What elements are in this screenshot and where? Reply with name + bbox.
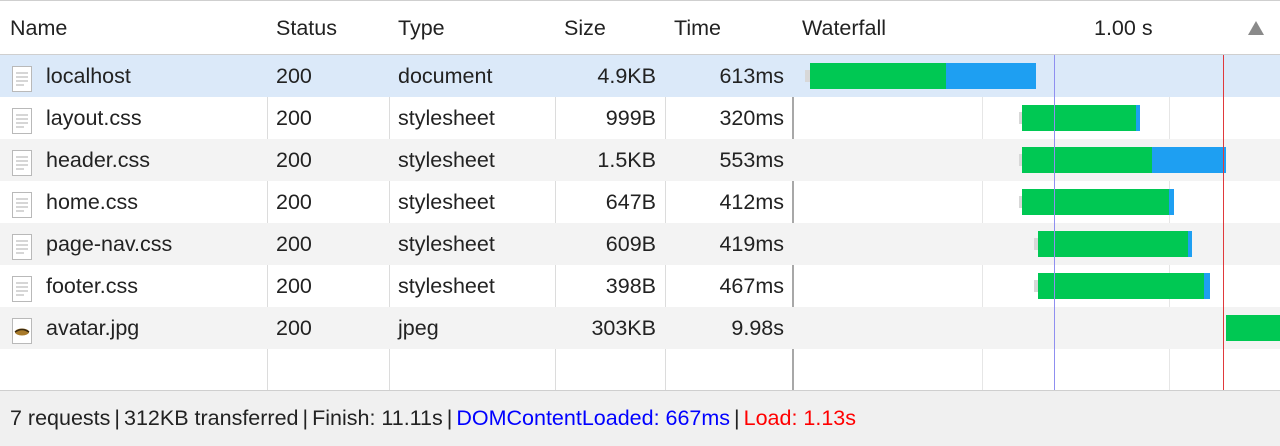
request-size: 609B [605,232,656,256]
table-row[interactable]: footer.css 200 stylesheet 398B 467ms [0,265,1280,307]
waterfall-download-bar [946,63,1036,89]
dom-content-loaded-time: DOMContentLoaded: 667ms [456,406,731,430]
request-type: document [398,64,493,88]
request-status: 200 [276,64,312,88]
waterfall-download-bar [1169,189,1174,215]
request-name: header.css [46,148,150,172]
waterfall-waiting-bar [1038,231,1188,257]
request-status: 200 [276,106,312,130]
request-size: 303KB [591,316,656,340]
table-row[interactable]: layout.css 200 stylesheet 999B 320ms [0,97,1280,139]
request-type: stylesheet [398,274,495,298]
waterfall-download-bar [1152,147,1226,173]
request-time: 613ms [719,64,784,88]
request-name: page-nav.css [46,232,173,256]
request-time: 553ms [719,148,784,172]
document-icon [12,190,32,218]
column-header-time[interactable]: Time [674,1,721,55]
request-status: 200 [276,232,312,256]
transferred-size: 312KB transferred [124,406,299,430]
waterfall-download-bar [1204,273,1210,299]
column-header-size[interactable]: Size [564,1,606,55]
request-type: stylesheet [398,106,495,130]
request-size: 647B [605,190,656,214]
document-icon [12,148,32,176]
request-type: stylesheet [398,148,495,172]
request-type: jpeg [398,316,439,340]
waterfall-waiting-bar [1038,273,1204,299]
request-time: 419ms [719,232,784,256]
request-time: 9.98s [731,316,784,340]
request-time: 412ms [719,190,784,214]
separator: | [734,406,740,430]
status-bar: 7 requests | 312KB transferred | Finish: 11.… [0,390,1280,446]
waterfall-download-bar [1188,231,1192,257]
dom-content-loaded-marker [1054,55,1055,390]
waterfall-waiting-bar [1226,315,1280,341]
request-time: 467ms [719,274,784,298]
request-time: 320ms [719,106,784,130]
sort-ascending-icon[interactable] [1248,21,1264,35]
image-thumbnail-icon [12,316,32,344]
document-icon [12,64,32,92]
request-name: home.css [46,190,139,214]
request-status: 200 [276,190,312,214]
waterfall-scale-label: 1.00 s [1094,16,1153,40]
request-size: 4.9KB [597,64,656,88]
column-header-name[interactable]: Name [10,1,67,55]
request-name: layout.css [46,106,142,130]
table-row[interactable]: localhost 200 document 4.9KB 613ms [0,55,1280,97]
table-row[interactable]: home.css 200 stylesheet 647B 412ms [0,181,1280,223]
waterfall-waiting-bar [810,63,946,89]
waterfall-waiting-bar [1022,189,1169,215]
request-size: 398B [605,274,656,298]
request-name: footer.css [46,274,139,298]
request-status: 200 [276,148,312,172]
request-name: localhost [46,64,131,88]
separator: | [302,406,309,430]
request-name: avatar.jpg [46,316,140,340]
document-icon [12,106,32,134]
finish-time: Finish: 11.11s [312,406,443,430]
column-header-type[interactable]: Type [398,1,445,55]
column-header-waterfall[interactable]: Waterfall [802,1,886,55]
request-status: 200 [276,274,312,298]
load-marker [1223,55,1224,390]
request-type: stylesheet [398,190,495,214]
waterfall-waiting-bar [1022,147,1152,173]
waterfall-download-bar [1136,105,1140,131]
waterfall-waiting-bar [1022,105,1136,131]
separator: | [114,406,120,430]
request-count: 7 requests [10,406,111,430]
document-icon [12,274,32,302]
request-size: 1.5KB [597,148,656,172]
request-status: 200 [276,316,312,340]
table-header: Name Status Type Size Time Waterfall 1.0… [0,0,1280,55]
table-row[interactable]: avatar.jpg 200 jpeg 303KB 9.98s [0,307,1280,349]
load-time: Load: 1.13s [743,406,857,430]
document-icon [12,232,32,260]
table-row[interactable]: header.css 200 stylesheet 1.5KB 553ms [0,139,1280,181]
request-size: 999B [605,106,656,130]
table-row[interactable]: page-nav.css 200 stylesheet 609B 419ms [0,223,1280,265]
separator: | [446,406,453,430]
request-type: stylesheet [398,232,495,256]
column-header-status[interactable]: Status [276,1,337,55]
